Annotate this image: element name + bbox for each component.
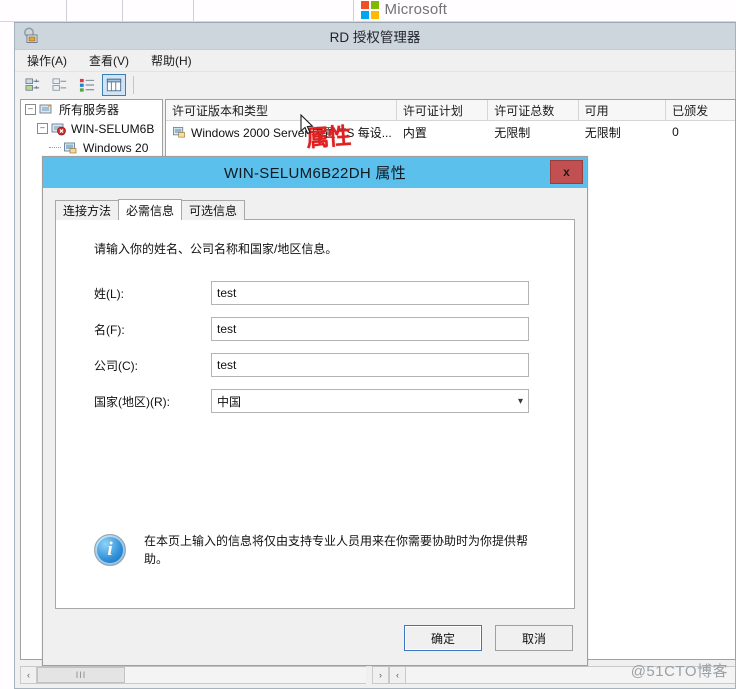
- first-name-label: 名(F):: [94, 322, 125, 337]
- bg-divider-2: [122, 0, 123, 22]
- cell-total-licenses: 无限制: [494, 125, 531, 140]
- window-titlebar[interactable]: RD 授权管理器: [15, 23, 735, 50]
- cancel-button[interactable]: 取消: [495, 625, 573, 651]
- close-icon[interactable]: x: [550, 160, 583, 184]
- menu-action[interactable]: 操作(A): [23, 50, 71, 71]
- menu-bar: 操作(A) 查看(V) 帮助(H): [15, 50, 735, 72]
- tab-required-information[interactable]: 必需信息: [118, 199, 183, 220]
- scroll-left-arrow-icon-2[interactable]: ‹: [389, 666, 406, 684]
- field-row-first-name: 名(F):: [56, 316, 574, 342]
- expander-icon[interactable]: –: [25, 104, 36, 115]
- last-name-field[interactable]: [211, 281, 529, 305]
- cell-available: 无限制: [584, 125, 621, 140]
- microsoft-wordmark: Microsoft: [384, 1, 448, 19]
- chevron-down-icon[interactable]: ▾: [518, 396, 523, 407]
- dialog-tabstrip: 连接方法 必需信息 可选信息: [55, 199, 246, 220]
- server-error-icon: [51, 122, 67, 136]
- scroll-thumb[interactable]: III: [37, 667, 125, 683]
- column-header-version-type[interactable]: 许可证版本和类型: [166, 100, 397, 120]
- intro-text: 请输入你的姓名、公司名称和国家/地区信息。: [94, 242, 338, 256]
- list-header-row: 许可证版本和类型 许可证计划 许可证总数 可用 已颁发: [166, 100, 735, 121]
- window-title: RD 授权管理器: [329, 30, 421, 45]
- all-servers-icon: [39, 103, 55, 117]
- tree-item-win-selum6b[interactable]: – WIN-SELUM6B: [21, 119, 162, 138]
- bg-divider-4: [353, 0, 354, 22]
- expander-icon[interactable]: –: [37, 123, 48, 134]
- menu-view[interactable]: 查看(V): [85, 50, 133, 71]
- bg-divider-1: [66, 0, 67, 22]
- column-header-total-licenses[interactable]: 许可证总数: [488, 100, 579, 120]
- tree-item-all-servers[interactable]: – 所有服务器: [21, 100, 162, 119]
- column-header-issued[interactable]: 已颁发: [666, 100, 735, 120]
- table-row[interactable]: Windows 2000 Server 内置 TS 每设... 内置 无限制 无…: [166, 121, 735, 143]
- field-row-last-name: 姓(L):: [56, 280, 574, 306]
- cell-license-program: 内置: [402, 125, 427, 140]
- info-note-text: 在本页上输入的信息将仅由支持专业人员用来在你需要协助时为你提供帮助。: [144, 534, 529, 566]
- tree-item-windows-20[interactable]: Windows 20: [21, 138, 162, 157]
- microsoft-logo: Microsoft: [361, 1, 447, 19]
- toolbar-show-tree-icon[interactable]: [75, 74, 99, 96]
- arrow-cursor: [300, 114, 314, 135]
- country-region-label: 国家(地区)(R):: [94, 394, 170, 409]
- toolbar: [15, 72, 735, 99]
- toolbar-back-icon[interactable]: [21, 74, 45, 96]
- toolbar-list-view-icon[interactable]: [102, 74, 126, 96]
- dialog-buttons: 确定 取消: [404, 625, 573, 651]
- rd-licensing-manager-icon: [24, 27, 38, 43]
- tab-panel-required-information: 请输入你的姓名、公司名称和国家/地区信息。 姓(L): 名(F): 公司(C):…: [55, 219, 575, 609]
- last-name-label: 姓(L):: [94, 286, 125, 301]
- company-label: 公司(C):: [94, 358, 138, 373]
- bg-divider-3: [193, 0, 194, 22]
- toolbar-forward-icon[interactable]: [48, 74, 72, 96]
- scroll-right-arrow-icon[interactable]: ›: [372, 666, 389, 684]
- menu-help[interactable]: 帮助(H): [147, 50, 196, 71]
- tree-label: 所有服务器: [59, 103, 120, 117]
- horizontal-scrollbar[interactable]: ‹ III › ‹: [20, 666, 735, 684]
- first-name-field[interactable]: [211, 317, 529, 341]
- ok-button[interactable]: 确定: [404, 625, 482, 651]
- tree-connector: [49, 147, 61, 148]
- watermark: @51CTO博客: [630, 663, 728, 680]
- column-header-license-program[interactable]: 许可证计划: [397, 100, 489, 120]
- field-row-country-region: 国家(地区)(R): 中国 ▾: [56, 388, 574, 414]
- dialog-titlebar[interactable]: WIN-SELUM6B22DH 属性 x: [43, 157, 587, 188]
- country-region-select[interactable]: 中国 ▾: [211, 389, 529, 413]
- country-region-value: 中国: [217, 394, 242, 409]
- tree-label: WIN-SELUM6B: [71, 121, 155, 136]
- scroll-left-arrow-icon[interactable]: ‹: [20, 666, 37, 684]
- dialog-content: 连接方法 必需信息 可选信息 请输入你的姓名、公司名称和国家/地区信息。 姓(L…: [43, 188, 587, 665]
- column-header-available[interactable]: 可用: [579, 100, 667, 120]
- tree-label: Windows 20: [83, 140, 149, 155]
- microsoft-squares-icon: [361, 1, 379, 19]
- info-icon: i: [94, 534, 126, 566]
- tab-connection-method[interactable]: 连接方法: [55, 200, 120, 220]
- cell-version-type-text: Windows 2000 Server 内置 TS 每设...: [191, 125, 392, 140]
- tab-optional-information[interactable]: 可选信息: [181, 200, 246, 220]
- field-row-company: 公司(C):: [56, 352, 574, 378]
- info-note: i 在本页上输入的信息将仅由支持专业人员用来在你需要协助时为你提供帮助。: [94, 532, 544, 568]
- toolbar-separator: [133, 76, 134, 94]
- scroll-track-left[interactable]: III: [37, 666, 366, 684]
- company-field[interactable]: [211, 353, 529, 377]
- cell-issued: 0: [672, 125, 679, 139]
- cell-version-type: Windows 2000 Server 内置 TS 每设...: [166, 124, 397, 141]
- dialog-title: WIN-SELUM6B22DH 属性: [223, 165, 407, 182]
- license-icon: [63, 141, 79, 155]
- license-pack-icon: [172, 126, 187, 139]
- properties-dialog: WIN-SELUM6B22DH 属性 x 连接方法 必需信息 可选信息 请输入你…: [42, 156, 588, 666]
